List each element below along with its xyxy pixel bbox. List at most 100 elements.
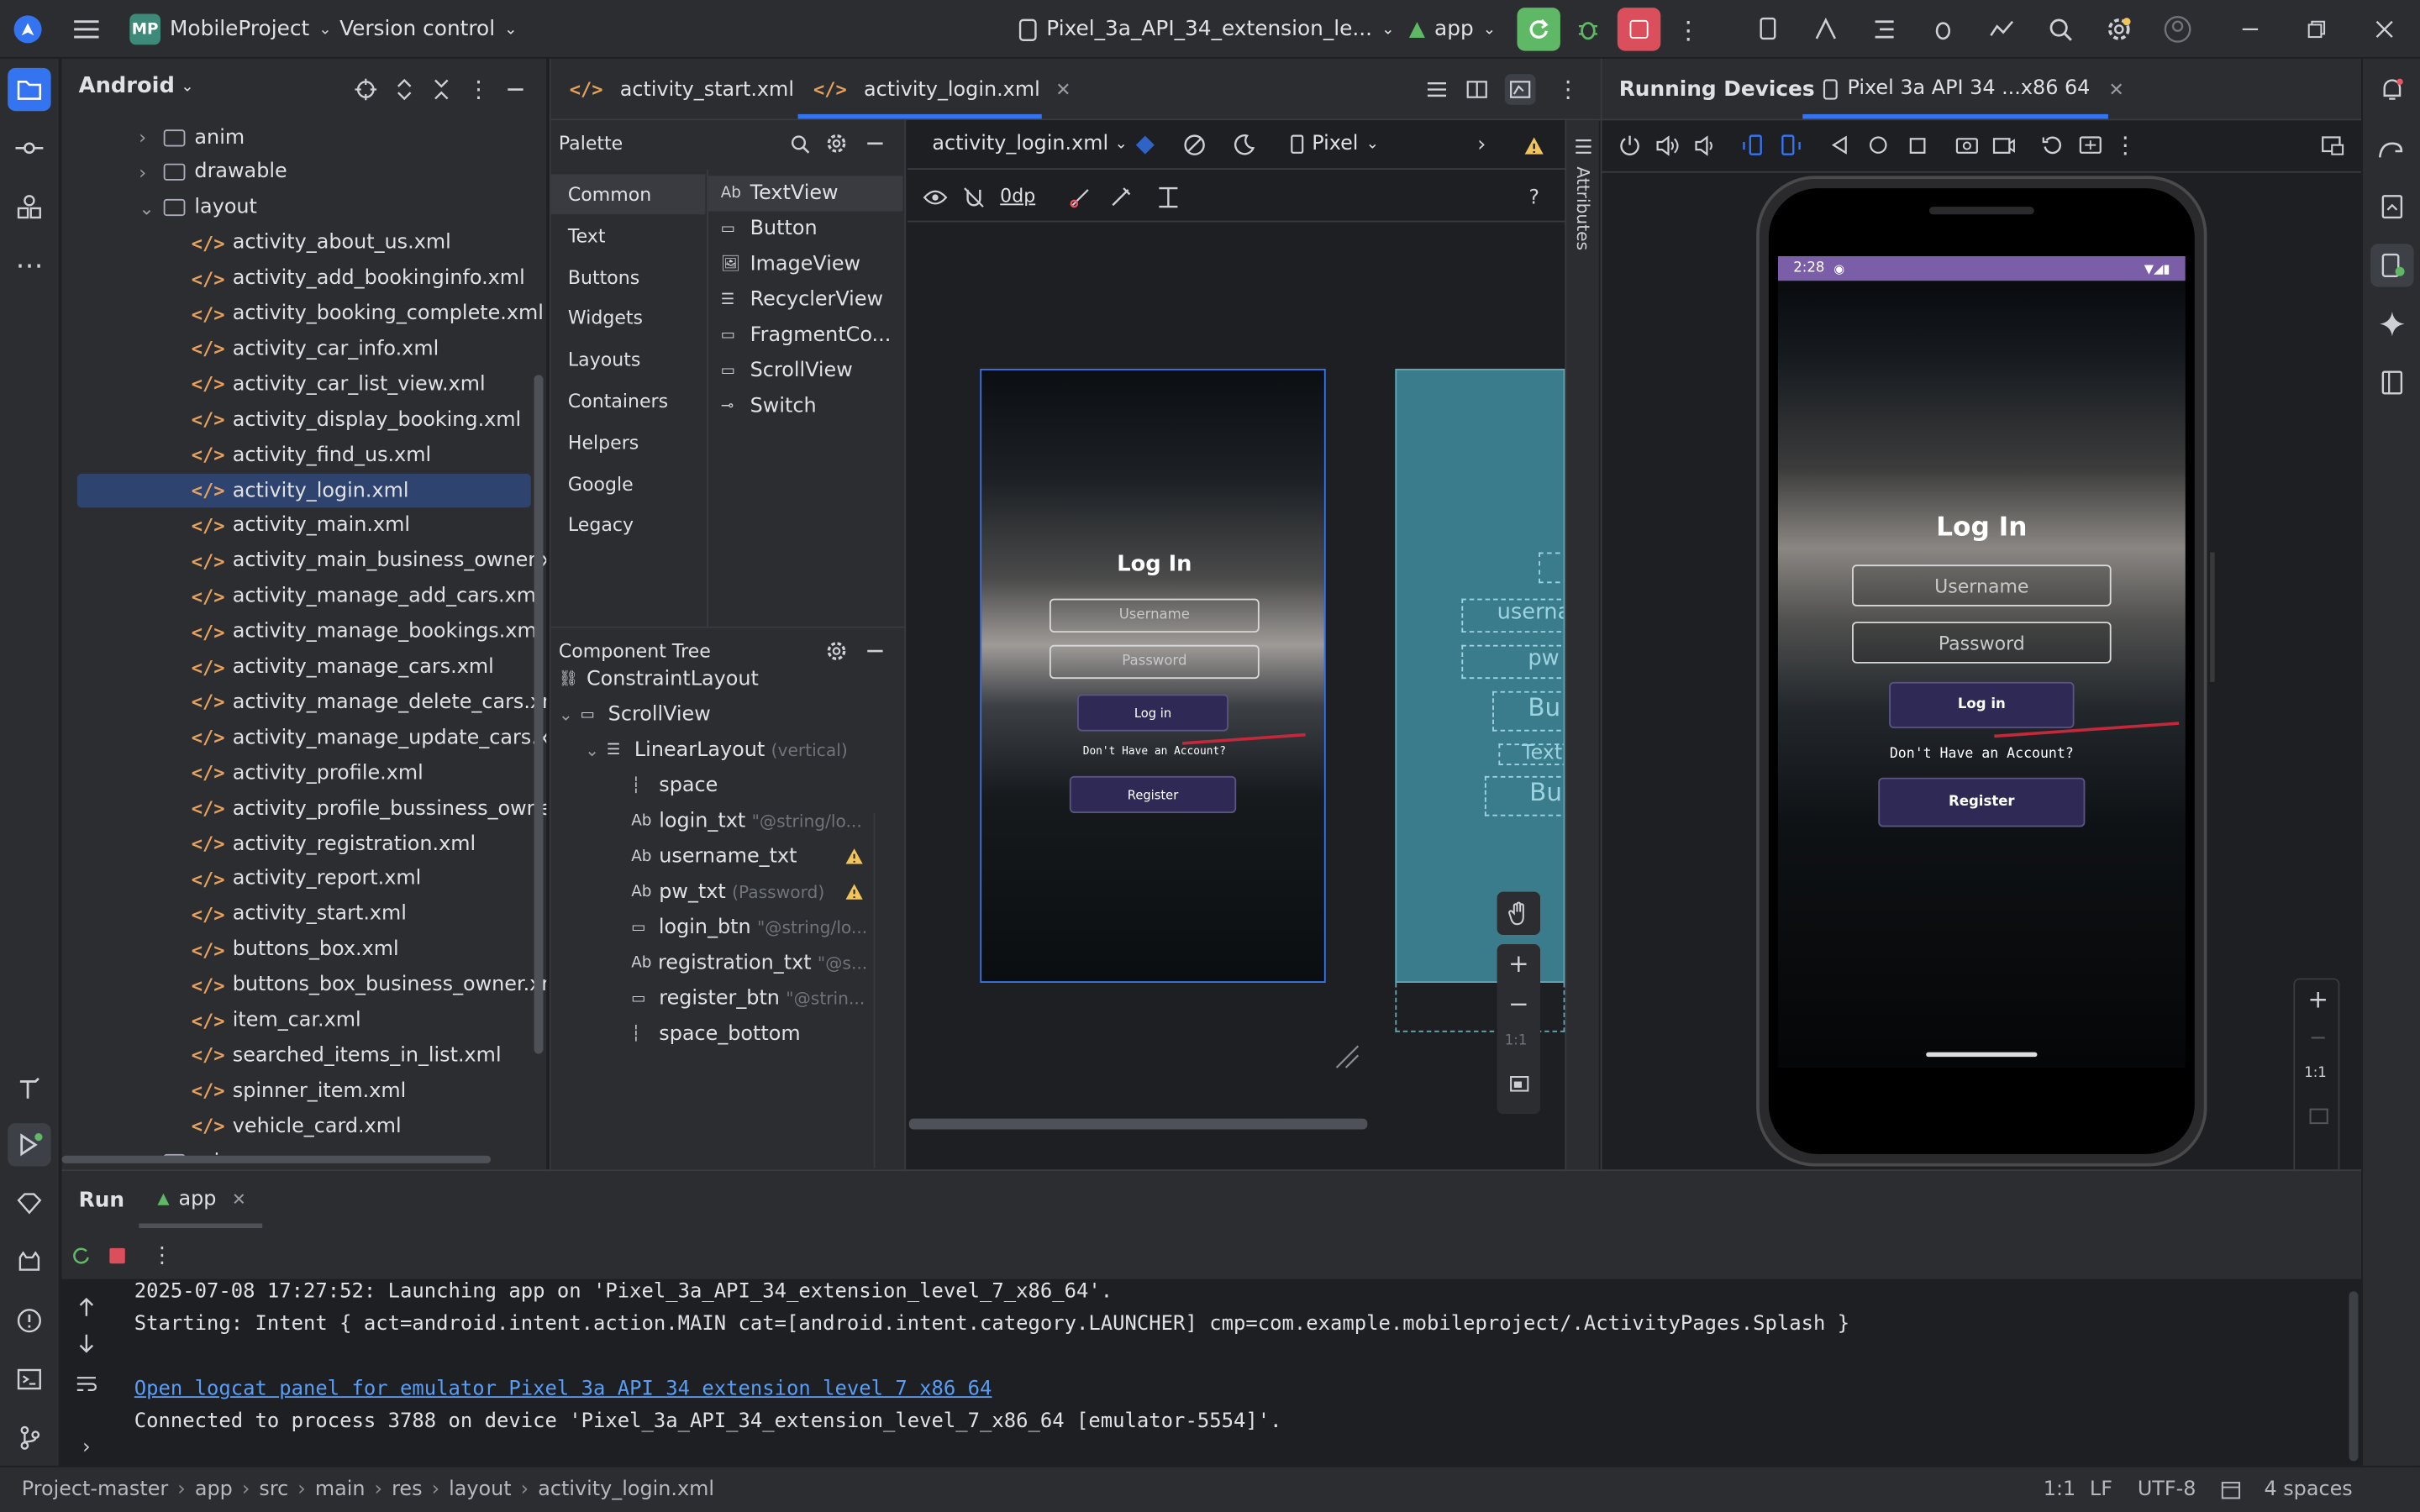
tree-file[interactable]: </> activity_display_booking.xml [192,403,521,437]
palette-item[interactable]: ▭ Button [708,212,902,247]
breadcrumb-item[interactable]: layout [449,1478,512,1502]
clear-constraints-icon[interactable] [1068,185,1092,209]
breadcrumb-item[interactable]: Project-master [22,1478,169,1502]
orientation-icon[interactable] [1182,133,1207,157]
minimize-panel-icon[interactable] [865,640,886,662]
component-registration_txt[interactable]: Ab registration_txt "@s... [631,946,867,979]
hide-panel-icon[interactable] [503,77,528,102]
logcat-link[interactable]: Open logcat panel for emulator Pixel 3a … [134,1378,992,1401]
zoom-out-icon[interactable]: − [1507,988,1531,1017]
zoom-reset[interactable]: 1:1 [1505,1034,1528,1049]
tab-activity-login[interactable]: </> activity_login.xml ✕ [813,59,1071,120]
screenshot-icon[interactable] [1954,133,1978,157]
tab-activity-start[interactable]: </> activity_start.xml [570,59,794,120]
tree-file[interactable]: </> vehicle_card.xml [192,1110,402,1143]
attributes-label[interactable]: Attributes [1573,166,1593,250]
palette-item[interactable]: ▭ ScrollView [708,354,902,389]
phone-login-button[interactable]: Log in [1889,681,2075,728]
component-LinearLayout[interactable]: ⌄ ☰ LinearLayout (vertical) [585,732,867,766]
collapse-all-icon[interactable] [429,77,454,102]
gradle-icon[interactable] [2370,127,2413,170]
tree-folder-layout[interactable]: ⌄ layout [139,191,257,224]
extended-controls-icon[interactable] [2077,133,2102,157]
design-surface-icon[interactable] [1133,133,1157,157]
rotate-right-icon[interactable] [1778,133,1802,157]
zoom-out-icon[interactable]: − [2306,1026,2330,1050]
help-icon[interactable]: ? [1522,185,1546,209]
phone-register-button[interactable]: Register [1878,777,2086,827]
gear-icon[interactable] [826,133,848,155]
project-selector[interactable]: MP MobileProject ⌄ [129,0,332,59]
search-icon[interactable] [789,133,811,155]
close-icon[interactable] [2367,13,2401,46]
structure-icon[interactable] [1867,13,1901,46]
pan-tool-icon[interactable] [1497,891,1541,936]
rerun-icon[interactable] [68,1243,92,1268]
device-tab[interactable]: Pixel 3a API 34 ...x86 64 ✕ [1823,77,2124,100]
gear-icon[interactable] [826,640,848,662]
tree-file[interactable]: </> activity_profile_bussiness_owner.xml [192,791,546,825]
component-pw_txt[interactable]: Ab pw_txt (Password) [631,874,867,908]
component-ScrollView[interactable]: ⌄ ▭ ScrollView [559,697,867,731]
palette-category[interactable]: Legacy [551,505,706,545]
canvas-hscrollbar[interactable] [908,1118,1368,1130]
screen-record-icon[interactable] [1991,133,2015,157]
settings-icon[interactable] [2102,13,2136,46]
breadcrumb-item[interactable]: app [195,1478,233,1502]
sdk-manager-icon[interactable] [1809,13,1843,46]
project-tool-icon[interactable] [8,67,51,112]
bug-report-icon[interactable] [1926,13,1960,46]
device-mirroring-icon[interactable] [2320,133,2344,157]
expand-icon[interactable]: › [76,1436,97,1459]
palette-item[interactable]: ⊸ Switch [708,389,902,424]
logcat-icon[interactable] [8,1241,50,1284]
component-ConstraintLayout[interactable]: ⛓ ConstraintLayout [559,662,867,696]
component-login_txt[interactable]: Ab login_txt "@string/lo... [631,804,867,837]
palette-category[interactable]: Containers [551,381,706,422]
palette-category[interactable]: Text [551,216,706,256]
magnet-off-icon[interactable] [961,185,986,209]
stop-icon[interactable] [105,1243,129,1268]
component-register_btn[interactable]: ▭ register_btn "@strin... [631,981,867,1015]
tree-file[interactable]: </> activity_booking_complete.xml [192,297,544,331]
device-file-explorer-icon[interactable] [2370,185,2413,228]
tree-file[interactable]: </> activity_profile.xml [192,756,424,790]
expand-all-icon[interactable] [392,77,417,102]
tree-file[interactable]: </> activity_car_info.xml [192,333,439,366]
tree-file[interactable]: </> activity_manage_update_cars.xml [192,721,546,754]
tree-folder-anim[interactable]: › anim [139,120,245,154]
editor-options-icon[interactable]: ⋮ [1556,76,1580,103]
more-tools-icon[interactable]: ⋯ [8,244,50,286]
breadcrumb-item[interactable]: src [259,1478,288,1502]
palette-item[interactable]: 🖼 ImageView [708,247,902,282]
layout-file-selector[interactable]: activity_login.xml ⌄ [932,133,1128,156]
palette-category[interactable]: Buttons [551,257,706,297]
layout-inspector-icon[interactable] [2370,361,2413,404]
guidelines-icon[interactable] [1156,185,1181,209]
device-selector[interactable]: Pixel_3a_API_34_extension_le... ⌄ [1018,0,1394,59]
scroll-down-icon[interactable] [76,1331,97,1356]
infer-constraints-icon[interactable] [1108,185,1133,209]
design-view-icon[interactable] [1504,74,1536,105]
profiler-icon[interactable] [1985,13,2018,46]
run-tool-icon[interactable] [8,1123,51,1167]
zoom-in-icon[interactable]: + [1507,948,1531,978]
console-output[interactable] [61,1278,2362,1467]
phone-password-field[interactable]: Password [1852,622,2112,664]
warning-icon[interactable] [1522,133,1546,157]
tree-file[interactable]: </> activity_add_bookinginfo.xml [192,261,525,295]
zoom-fit-icon[interactable] [2306,1103,2330,1127]
project-view-selector[interactable]: Android ⌄ [79,74,194,98]
run-config-selector[interactable]: ▲ app ⌄ [1409,0,1496,59]
blueprint-preview[interactable]: userna pw Bu Text Bu [1395,368,1565,983]
tree-file[interactable]: </> item_car.xml [192,1004,361,1037]
split-view-icon[interactable] [1465,77,1489,102]
search-icon[interactable] [2044,13,2077,46]
notifications-icon[interactable] [2370,68,2413,111]
tree-file[interactable]: </> activity_login.xml [192,474,409,507]
more-actions-icon[interactable]: ⋮ [1676,13,1701,46]
component-username_txt[interactable]: Ab username_txt [631,839,867,873]
restore-icon[interactable] [2300,13,2333,46]
device-preview-selector[interactable]: Pixel ⌄ [1290,133,1379,156]
device-more-icon[interactable]: ⋮ [2113,131,2137,159]
